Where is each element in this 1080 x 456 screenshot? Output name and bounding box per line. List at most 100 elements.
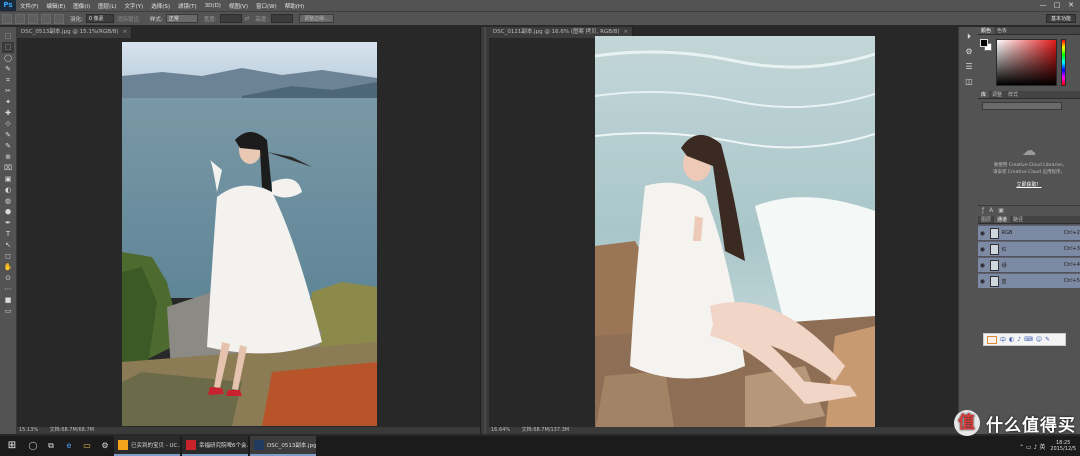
hue-slider[interactable]: [1061, 39, 1066, 86]
color-picker-field[interactable]: [996, 39, 1057, 86]
get-it-now-link[interactable]: 立即获取！: [978, 181, 1080, 188]
menu-3d[interactable]: 3D(D): [201, 3, 225, 9]
start-button[interactable]: ⊞: [0, 436, 24, 456]
tab-color[interactable]: 颜色: [978, 27, 995, 34]
color-swatch-icon[interactable]: ■: [2, 295, 14, 306]
antialias-checkbox[interactable]: 消除锯齿: [117, 15, 139, 23]
adjustments-icon[interactable]: ☰: [963, 61, 975, 72]
hand-tool-icon[interactable]: ✋: [2, 262, 14, 273]
blur-tool-icon[interactable]: ◍: [2, 196, 14, 207]
height-input[interactable]: [271, 14, 294, 23]
tab-channels[interactable]: 通道: [994, 216, 1011, 223]
menu-filter[interactable]: 滤镜(T): [174, 2, 201, 10]
library-select[interactable]: [982, 102, 1062, 110]
punctuation-icon[interactable]: ◐: [1009, 336, 1014, 343]
tab-swatches[interactable]: 色板: [994, 27, 1010, 34]
user-icon[interactable]: ☺: [1036, 336, 1042, 343]
path-select-tool-icon[interactable]: ↖: [2, 240, 14, 251]
clone-stamp-tool-icon[interactable]: ⊕: [2, 152, 14, 163]
history-brush-tool-icon[interactable]: ⌧: [2, 163, 14, 174]
canvas-left[interactable]: [122, 42, 377, 426]
slice-tool-icon[interactable]: ✂: [2, 86, 14, 97]
menu-window[interactable]: 窗口(W): [252, 2, 281, 10]
add-selection-icon[interactable]: [28, 13, 38, 24]
task-view-icon[interactable]: ⧉: [42, 436, 60, 456]
channel-row-red[interactable]: ◉ 红 Ctrl+3: [978, 241, 1080, 256]
taskbar-item-photoshop[interactable]: DSC_0513副本.jpg...: [250, 436, 316, 456]
menu-help[interactable]: 帮助(H): [281, 2, 308, 10]
foreground-background-swatches[interactable]: [980, 39, 994, 53]
tray-icons[interactable]: ⌃ ▭ ♪ 英: [1019, 442, 1045, 451]
file-explorer-icon[interactable]: ▭: [78, 436, 96, 456]
menu-image[interactable]: 图像(I): [69, 2, 94, 10]
gradient-tool-icon[interactable]: ◐: [2, 185, 14, 196]
refine-edge-button[interactable]: 调整边缘...: [299, 14, 334, 23]
keyboard-icon[interactable]: ⌨: [1024, 336, 1033, 343]
tab-libraries[interactable]: 库: [978, 91, 990, 98]
ime-logo-icon[interactable]: [987, 335, 997, 344]
menu-select[interactable]: 选择(S): [147, 2, 174, 10]
tab-layers[interactable]: 图层: [978, 216, 994, 223]
tab-paths[interactable]: 路径: [1010, 216, 1026, 223]
clock[interactable]: 18:25 2015/12/5: [1050, 440, 1076, 452]
shape-tool-icon[interactable]: ◻: [2, 251, 14, 262]
text-icon[interactable]: A: [989, 207, 993, 214]
lasso-tool-icon[interactable]: ◯: [2, 53, 14, 64]
menu-file[interactable]: 文件(F): [16, 2, 42, 10]
zoom-tool-icon[interactable]: ⊙: [2, 273, 14, 284]
brush-tool-icon[interactable]: ✎: [2, 130, 14, 141]
subtract-selection-icon[interactable]: [41, 13, 51, 24]
tab-styles[interactable]: 样式: [1005, 91, 1021, 98]
pen-tool-icon[interactable]: ✒: [2, 218, 14, 229]
zoom-level[interactable]: 16.64%: [491, 427, 510, 433]
close-button[interactable]: ✕: [1064, 0, 1078, 11]
dodge-tool-icon[interactable]: ⬢: [2, 207, 14, 218]
document-tab-left[interactable]: DSC_0513副本.jpg @ 15.1%(RGB/8) ×: [17, 27, 133, 38]
menu-type[interactable]: 文字(Y): [121, 2, 148, 10]
taskbar-item-browser[interactable]: 幸福研究院啤6个会...: [182, 436, 248, 456]
play-icon[interactable]: ⏵: [963, 31, 975, 42]
tools-icon[interactable]: ✎: [1045, 336, 1050, 343]
quick-mask-icon[interactable]: ▭: [2, 306, 14, 317]
tab-adjustments[interactable]: 调整: [989, 91, 1005, 98]
add-icon[interactable]: ƒ: [982, 207, 984, 214]
tool-preset-icon[interactable]: [2, 13, 12, 24]
workspace-select[interactable]: 基本功能: [1045, 14, 1076, 23]
layer-comps-icon[interactable]: ◫: [963, 76, 975, 87]
taskbar-item-uc-browser[interactable]: 已买到的宝贝 - UC...: [114, 436, 180, 456]
properties-icon[interactable]: ⚙: [963, 46, 975, 57]
style-select[interactable]: 正常: [165, 14, 198, 23]
minimize-button[interactable]: —: [1036, 0, 1050, 11]
close-icon[interactable]: ×: [123, 29, 128, 35]
eraser-tool-icon[interactable]: ▣: [2, 174, 14, 185]
document-splitter[interactable]: [481, 27, 489, 434]
channel-row-blue[interactable]: ◉ 蓝 Ctrl+5: [978, 273, 1080, 288]
pencil-tool-icon[interactable]: ✎: [2, 141, 14, 152]
maximize-button[interactable]: □: [1050, 0, 1064, 11]
voice-icon[interactable]: ♪: [1017, 336, 1021, 343]
eyedropper-tool-icon[interactable]: ✦: [2, 97, 14, 108]
crop-tool-icon[interactable]: ⌗: [2, 75, 14, 86]
channel-row-green[interactable]: ◉ 绿 Ctrl+4: [978, 257, 1080, 272]
feather-input[interactable]: 0 像素: [85, 14, 114, 23]
edge-browser-icon[interactable]: e: [60, 436, 78, 456]
new-selection-icon[interactable]: [15, 13, 25, 24]
patch-tool-icon[interactable]: ⟐: [2, 119, 14, 130]
image-icon[interactable]: ▣: [998, 207, 1004, 214]
canvas-right[interactable]: [595, 36, 875, 432]
move-tool-icon[interactable]: ⬚: [2, 31, 14, 42]
visibility-eye-icon[interactable]: ◉: [978, 278, 987, 285]
healing-brush-tool-icon[interactable]: ✚: [2, 108, 14, 119]
menu-edit[interactable]: 编辑(E): [42, 2, 69, 10]
close-icon[interactable]: ×: [624, 29, 629, 35]
visibility-eye-icon[interactable]: ◉: [978, 246, 987, 253]
intersect-selection-icon[interactable]: [54, 13, 64, 24]
menu-view[interactable]: 视图(V): [225, 2, 252, 10]
chinese-mode-icon[interactable]: 中: [1000, 335, 1006, 344]
width-input[interactable]: [219, 14, 242, 23]
foreground-color[interactable]: [980, 39, 988, 47]
settings-icon[interactable]: ⚙: [96, 436, 114, 456]
swap-icon[interactable]: ⇄: [245, 16, 250, 22]
visibility-eye-icon[interactable]: ◉: [978, 262, 987, 269]
marquee-tool-icon[interactable]: ⬚: [2, 42, 14, 53]
